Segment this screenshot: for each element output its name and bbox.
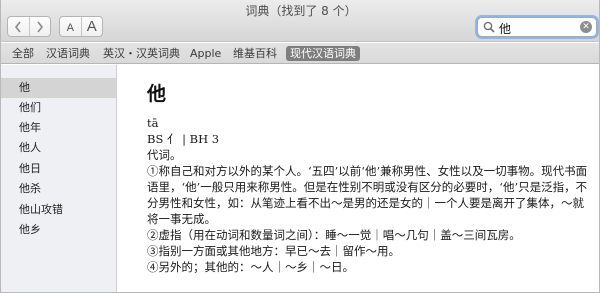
result-item[interactable]: 他乡	[1, 220, 116, 240]
dictionary-window: 词典（找到了 8 个） A A 他 ✕ 全部 汉语词典 英汉・汉英词典 Appl…	[0, 0, 600, 293]
result-item[interactable]: 他年	[1, 118, 116, 138]
scope-chinese-dictionary[interactable]: 汉语词典	[42, 46, 94, 61]
radical-stroke-codes: BS 亻 | BH 3	[147, 132, 220, 146]
search-icon	[483, 21, 495, 33]
results-sidebar: 他 他们 他年 他人 他日 他杀 他山攻错 他乡	[1, 65, 117, 292]
scope-modern-chinese-dictionary[interactable]: 现代汉语词典	[286, 46, 360, 61]
clear-icon[interactable]: ✕	[580, 21, 592, 33]
scope-apple[interactable]: Apple	[186, 46, 225, 61]
chevron-left-icon	[15, 21, 21, 32]
source-scope-bar: 全部 汉语词典 英汉・汉英词典 Apple 维基百科 现代汉语词典	[1, 43, 599, 64]
scope-wikipedia[interactable]: 维基百科	[229, 46, 281, 61]
chevron-right-icon	[37, 21, 43, 32]
result-item[interactable]: 他山攻错	[1, 200, 116, 220]
result-item[interactable]: 他们	[1, 98, 116, 118]
scope-all[interactable]: 全部	[8, 46, 38, 61]
definition-line: ③指别一方面或其他地方：早已～去｜留作～用。	[147, 244, 400, 258]
definition-line: 分男性和女性，如：从笔迹上看不出～是男的还是女的｜一个人要是离开了集体，～就	[147, 196, 584, 210]
search-field[interactable]: 他 ✕	[477, 17, 597, 37]
title-bar: 词典（找到了 8 个） A A 他 ✕	[1, 0, 599, 42]
definition-line: ①称自己和对方以外的某个人。‘五四’以前‘他’兼称男性、女性以及一切事物。现代书…	[147, 164, 588, 178]
font-size-buttons: A A	[59, 16, 103, 37]
definition-line: ④另外的；其他的：～人｜～乡｜～日。	[147, 260, 354, 274]
part-of-speech: 代词。	[147, 148, 182, 162]
forward-button[interactable]	[28, 17, 51, 36]
entry-content: 他 tā BS 亻 | BH 3 代词。 ①称自己和对方以外的某个人。‘五四’以…	[118, 65, 599, 292]
result-item[interactable]: 他杀	[1, 179, 116, 199]
result-item[interactable]: 他日	[1, 159, 116, 179]
search-input[interactable]: 他	[499, 20, 511, 37]
result-item[interactable]: 他	[1, 78, 116, 98]
scope-english-chinese[interactable]: 英汉・汉英词典	[99, 46, 184, 61]
headword: 他	[147, 83, 167, 105]
decrease-font-button[interactable]: A	[60, 17, 81, 36]
result-item[interactable]: 他人	[1, 138, 116, 158]
navigation-buttons	[7, 16, 51, 37]
definition-line: 语里，‘他’一般只用来称男性。但是在性别不明或没有区分的必要时，‘他’只是泛指，…	[147, 180, 588, 194]
definition-line: 将一事无成。	[147, 212, 216, 226]
pinyin: tā	[147, 116, 159, 130]
back-button[interactable]	[8, 17, 29, 36]
definition-line: ②虚指（用在动词和数量词之间）：睡～一觉｜唱～几句｜盖～三间瓦房。	[147, 228, 521, 242]
increase-font-button[interactable]: A	[80, 17, 103, 36]
